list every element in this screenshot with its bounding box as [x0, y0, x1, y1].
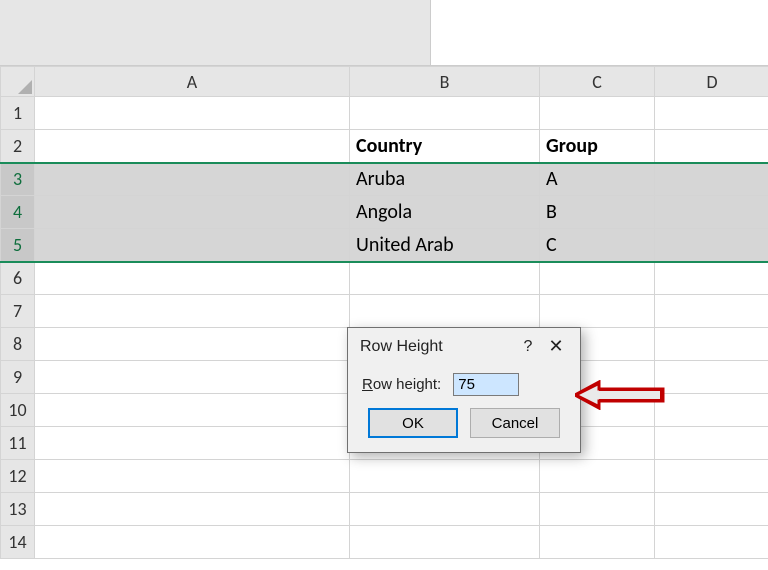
col-header-d[interactable]: D	[655, 67, 768, 97]
row-header-7[interactable]: 7	[1, 295, 35, 328]
cell-b5[interactable]: United Arab	[350, 229, 540, 262]
cell-b13[interactable]	[350, 493, 540, 526]
row-7: 7	[1, 295, 768, 328]
cell-a5[interactable]	[35, 229, 350, 262]
cell-b6[interactable]	[350, 262, 540, 295]
ribbon-placeholder	[0, 0, 768, 66]
cell-d2[interactable]	[655, 130, 768, 163]
row-header-9[interactable]: 9	[1, 361, 35, 394]
cell-a7[interactable]	[35, 295, 350, 328]
row-header-3[interactable]: 3	[1, 163, 35, 196]
cell-d10[interactable]	[655, 394, 768, 427]
row-header-5[interactable]: 5	[1, 229, 35, 262]
select-all-corner[interactable]	[1, 67, 35, 97]
ribbon-right-panel	[430, 0, 768, 66]
row-header-8[interactable]: 8	[1, 328, 35, 361]
row-header-11[interactable]: 11	[1, 427, 35, 460]
cell-c13[interactable]	[540, 493, 655, 526]
cell-c7[interactable]	[540, 295, 655, 328]
cell-a10[interactable]	[35, 394, 350, 427]
cell-a1[interactable]	[35, 97, 350, 130]
cell-d8[interactable]	[655, 328, 768, 361]
cell-d5[interactable]	[655, 229, 768, 262]
row-height-label: Row height:	[362, 376, 441, 393]
col-header-c[interactable]: C	[540, 67, 655, 97]
row-height-input[interactable]	[453, 373, 519, 396]
cell-a3[interactable]	[35, 163, 350, 196]
cell-b3[interactable]: Aruba	[350, 163, 540, 196]
cell-d1[interactable]	[655, 97, 768, 130]
dialog-help-button[interactable]: ?	[514, 338, 542, 356]
cell-c4[interactable]: B	[540, 196, 655, 229]
cell-b14[interactable]	[350, 526, 540, 559]
cell-b4[interactable]: Angola	[350, 196, 540, 229]
ok-button[interactable]: OK	[368, 408, 458, 438]
cell-a4[interactable]	[35, 196, 350, 229]
cell-a11[interactable]	[35, 427, 350, 460]
row-header-14[interactable]: 14	[1, 526, 35, 559]
cell-c3[interactable]: A	[540, 163, 655, 196]
row-4: 4 Angola B	[1, 196, 768, 229]
row-header-12[interactable]: 12	[1, 460, 35, 493]
cell-b7[interactable]	[350, 295, 540, 328]
cell-c6[interactable]	[540, 262, 655, 295]
row-header-10[interactable]: 10	[1, 394, 35, 427]
cell-d11[interactable]	[655, 427, 768, 460]
cell-c1[interactable]	[540, 97, 655, 130]
cell-a8[interactable]	[35, 328, 350, 361]
row-header-13[interactable]: 13	[1, 493, 35, 526]
cell-b2[interactable]: Country	[350, 130, 540, 163]
cell-d12[interactable]	[655, 460, 768, 493]
cell-d13[interactable]	[655, 493, 768, 526]
cell-d6[interactable]	[655, 262, 768, 295]
cell-a9[interactable]	[35, 361, 350, 394]
cell-a2[interactable]	[35, 130, 350, 163]
dialog-close-button[interactable]: ✕	[542, 336, 570, 357]
cell-d14[interactable]	[655, 526, 768, 559]
cell-a14[interactable]	[35, 526, 350, 559]
row-height-dialog: Row Height ? ✕ Row height: OK Cancel	[347, 327, 581, 453]
row-6: 6	[1, 262, 768, 295]
col-header-a[interactable]: A	[35, 67, 350, 97]
row-13: 13	[1, 493, 768, 526]
cell-a12[interactable]	[35, 460, 350, 493]
cell-c2[interactable]: Group	[540, 130, 655, 163]
cell-a6[interactable]	[35, 262, 350, 295]
row-header-4[interactable]: 4	[1, 196, 35, 229]
cell-d7[interactable]	[655, 295, 768, 328]
cancel-button[interactable]: Cancel	[470, 408, 560, 438]
row-header-6[interactable]: 6	[1, 262, 35, 295]
row-5: 5 United Arab C	[1, 229, 768, 262]
col-header-b[interactable]: B	[350, 67, 540, 97]
cell-d4[interactable]	[655, 196, 768, 229]
row-2: 2 Country Group	[1, 130, 768, 163]
row-3: 3 Aruba A	[1, 163, 768, 196]
cell-a13[interactable]	[35, 493, 350, 526]
spreadsheet-grid[interactable]: A B C D 1 2 Country Group 3	[0, 66, 768, 559]
cell-d9[interactable]	[655, 361, 768, 394]
row-14: 14	[1, 526, 768, 559]
row-12: 12	[1, 460, 768, 493]
row-1: 1	[1, 97, 768, 130]
row-header-2[interactable]: 2	[1, 130, 35, 163]
cell-d3[interactable]	[655, 163, 768, 196]
cell-c12[interactable]	[540, 460, 655, 493]
cell-b1[interactable]	[350, 97, 540, 130]
cell-b12[interactable]	[350, 460, 540, 493]
cell-c14[interactable]	[540, 526, 655, 559]
row-header-1[interactable]: 1	[1, 97, 35, 130]
dialog-title: Row Height	[360, 338, 514, 356]
cell-c5[interactable]: C	[540, 229, 655, 262]
